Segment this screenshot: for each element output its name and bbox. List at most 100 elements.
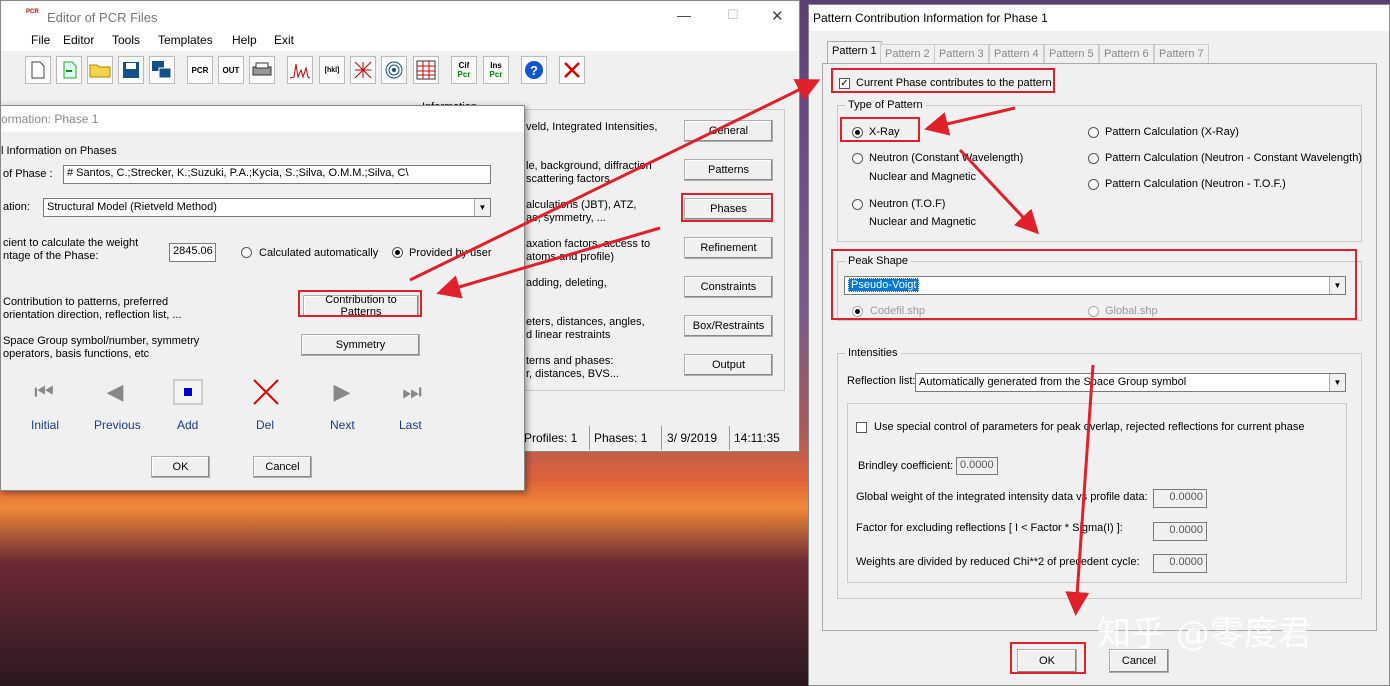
refinement-button[interactable]: Refinement xyxy=(684,237,773,259)
delete-icon[interactable] xyxy=(249,377,283,407)
neutron-tof-nuclear-label: Nuclear and Magnetic xyxy=(869,216,977,228)
cif-pcr-label: Pcr xyxy=(457,70,471,79)
new-file-icon[interactable] xyxy=(25,56,51,84)
pcr-icon-label: PCR xyxy=(191,65,209,75)
provided-radio[interactable] xyxy=(392,246,403,258)
neutron-tof-label: Neutron (T.O.F) xyxy=(869,198,946,210)
fingerprint-icon[interactable] xyxy=(381,56,407,84)
tab-pattern-1[interactable]: Pattern 1 xyxy=(827,41,882,64)
cif-to-pcr-icon[interactable]: Cif Pcr xyxy=(451,56,477,84)
tab-pattern-2[interactable]: Pattern 2 xyxy=(880,44,935,63)
menu-file[interactable]: File xyxy=(31,33,50,47)
menu-exit[interactable]: Exit xyxy=(274,33,294,47)
phase-ok-button[interactable]: OK xyxy=(151,456,210,478)
calc-auto-label: Calculated automatically xyxy=(259,247,379,259)
radio-off-icon xyxy=(1088,152,1099,164)
info-text-restraints-2: d linear restraints xyxy=(526,329,611,341)
phase-cancel-button[interactable]: Cancel xyxy=(253,456,312,478)
last-label[interactable]: Last xyxy=(399,418,422,432)
brindley-field: 0.0000 xyxy=(956,457,998,475)
grid-icon[interactable] xyxy=(350,56,376,84)
constraints-button[interactable]: Constraints xyxy=(684,276,773,298)
first-icon[interactable]: ⏮ xyxy=(27,377,61,407)
phase-name-field[interactable]: # Santos, C.;Strecker, K.;Suzuki, P.A.;K… xyxy=(63,165,491,184)
calculation-select[interactable]: Structural Model (Rietveld Method) ▼ xyxy=(43,198,491,217)
calc-ntof-radio[interactable] xyxy=(1088,178,1099,190)
status-phases: Phases: 1 xyxy=(594,431,648,445)
highlight-peak-shape xyxy=(831,249,1357,320)
contrib-label-1: Contribution to patterns, preferred xyxy=(3,296,169,308)
menu-help[interactable]: Help xyxy=(232,33,257,47)
neutron-cw-radio[interactable] xyxy=(852,152,863,164)
multi-window-icon[interactable] xyxy=(149,56,175,84)
weight-field[interactable]: 2845.06 xyxy=(169,243,216,262)
status-divider-1 xyxy=(589,426,590,450)
status-divider-3 xyxy=(729,426,730,450)
contrib-label-2: orientation direction, reflection list, … xyxy=(3,309,182,321)
maximize-button[interactable]: ☐ xyxy=(727,7,739,23)
close-button[interactable]: ✕ xyxy=(771,7,784,25)
info-text-phases: alculations (JBT), ATZ, xyxy=(526,199,637,211)
chevron-down-icon[interactable]: ▼ xyxy=(474,199,490,216)
info-text-refinement-2: atoms and profile) xyxy=(526,251,615,263)
menu-editor[interactable]: Editor xyxy=(63,33,94,47)
output-button[interactable]: Output xyxy=(684,354,773,376)
pcr-icon[interactable]: PCR xyxy=(187,56,213,84)
calc-auto-radio[interactable] xyxy=(241,246,252,258)
add-label[interactable]: Add xyxy=(177,418,198,432)
print-icon[interactable] xyxy=(249,56,275,84)
reflection-list-value: Automatically generated from the Space G… xyxy=(919,376,1187,388)
open-folder-icon[interactable] xyxy=(87,56,113,84)
general-button[interactable]: General xyxy=(684,120,773,142)
save-icon[interactable] xyxy=(118,56,144,84)
del-label[interactable]: Del xyxy=(256,418,274,432)
pattern-dialog-title: Pattern Contribution Information for Pha… xyxy=(813,11,1048,25)
radio-off-icon xyxy=(1088,178,1099,190)
table-icon[interactable] xyxy=(413,56,439,84)
tab-pattern-7[interactable]: Pattern 7 xyxy=(1154,44,1209,63)
highlight-xray xyxy=(840,117,920,142)
chevron-down-icon[interactable]: ▼ xyxy=(1329,374,1345,391)
hkl-icon[interactable]: [hkl] xyxy=(319,56,345,84)
tab-pattern-5[interactable]: Pattern 5 xyxy=(1044,44,1099,63)
ins-to-pcr-icon[interactable]: Ins Pcr xyxy=(483,56,509,84)
radio-off-icon xyxy=(852,198,863,210)
tab-pattern-6[interactable]: Pattern 6 xyxy=(1099,44,1154,63)
tab-pattern-4[interactable]: Pattern 4 xyxy=(989,44,1044,63)
previous-icon[interactable]: ◀ xyxy=(98,377,132,407)
calc-ncw-radio[interactable] xyxy=(1088,152,1099,164)
add-icon[interactable] xyxy=(171,377,205,407)
reflection-list-select[interactable]: Automatically generated from the Space G… xyxy=(915,373,1346,392)
symmetry-button[interactable]: Symmetry xyxy=(301,334,420,356)
pattern-dialog-titlebar: Pattern Contribution Information for Pha… xyxy=(809,5,1389,31)
highlight-phases xyxy=(681,193,773,222)
radio-on-icon xyxy=(392,246,403,258)
menu-bar: File Editor Tools Templates Help Exit xyxy=(1,31,799,51)
status-divider-2 xyxy=(661,426,662,450)
special-control-checkbox[interactable] xyxy=(856,421,867,433)
calc-ntof-label: Pattern Calculation (Neutron - T.O.F.) xyxy=(1105,178,1286,190)
minimize-button[interactable]: — xyxy=(677,7,691,23)
import-icon[interactable] xyxy=(56,56,82,84)
calc-xray-radio[interactable] xyxy=(1088,126,1099,138)
next-label[interactable]: Next xyxy=(330,418,355,432)
pattern-contribution-dialog: Pattern Contribution Information for Pha… xyxy=(808,4,1390,686)
previous-label[interactable]: Previous xyxy=(94,418,141,432)
neutron-tof-radio[interactable] xyxy=(852,198,863,210)
initial-label[interactable]: Initial xyxy=(31,418,59,432)
next-icon[interactable]: ▶ xyxy=(325,377,359,407)
menu-tools[interactable]: Tools xyxy=(112,33,140,47)
patterns-button[interactable]: Patterns xyxy=(684,159,773,181)
help-icon[interactable]: ? xyxy=(521,56,547,84)
calculation-label: ation: xyxy=(3,201,30,213)
pattern-plot-icon[interactable] xyxy=(287,56,313,84)
general-info-section: l Information on Phases xyxy=(1,145,117,157)
menu-templates[interactable]: Templates xyxy=(158,33,213,47)
box-restraints-button[interactable]: Box/Restraints xyxy=(684,315,773,337)
close-icon[interactable] xyxy=(559,56,585,84)
out-icon[interactable]: OUT xyxy=(218,56,244,84)
last-icon[interactable]: ⏭ xyxy=(395,377,429,407)
phase-dialog-title: ormation: Phase 1 xyxy=(1,112,99,126)
special-control-label: Use special control of parameters for pe… xyxy=(874,421,1305,433)
tab-pattern-3[interactable]: Pattern 3 xyxy=(934,44,989,63)
